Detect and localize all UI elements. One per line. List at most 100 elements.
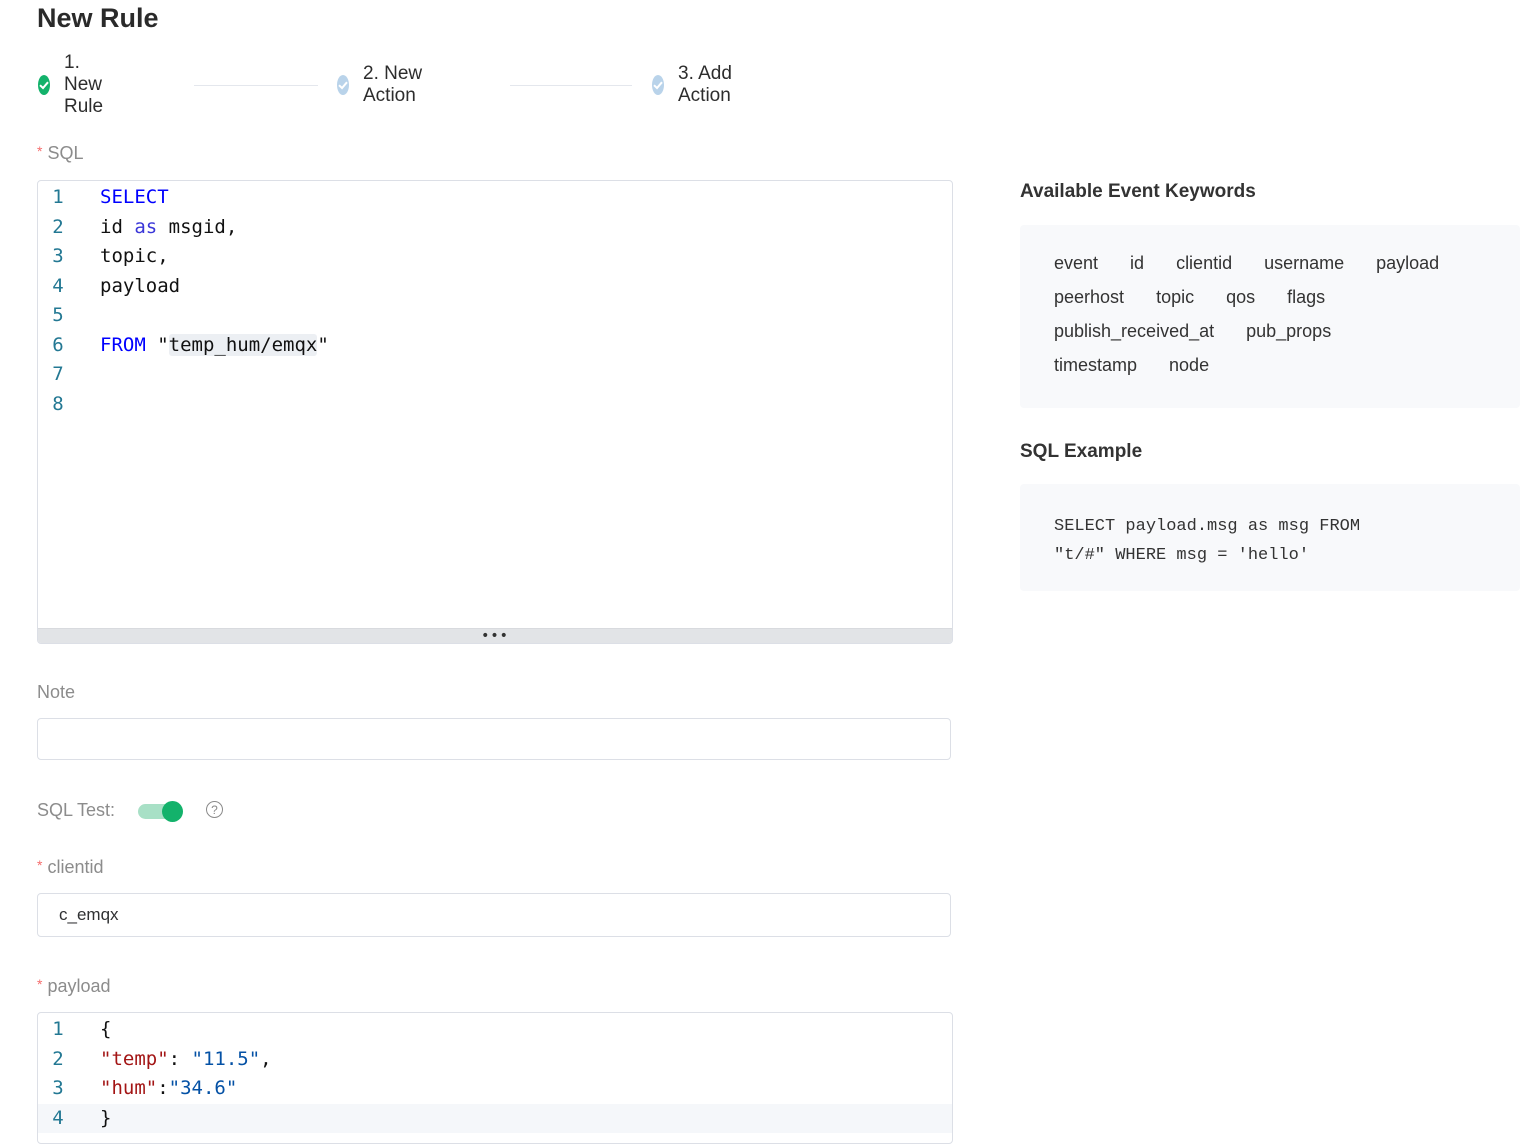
line-number: 2	[52, 1047, 64, 1070]
line-number: 1	[52, 186, 64, 208]
line-number: 4	[52, 1106, 64, 1129]
code-line: 5	[38, 301, 952, 331]
sql-example-panel: SELECT payload.msg as msg FROM "t/#" WHE…	[1020, 484, 1520, 591]
keyword-item: node	[1169, 355, 1210, 375]
note-input[interactable]	[37, 718, 951, 760]
keyword-item: qos	[1226, 287, 1256, 307]
code-line: 8	[38, 390, 952, 420]
code-text: payload	[78, 272, 180, 302]
clientid-input[interactable]: c_emqx	[37, 893, 951, 937]
line-number: 5	[52, 304, 64, 326]
keyword-row: timestamp node	[1054, 355, 1241, 376]
keyword-item: pub_props	[1246, 321, 1332, 341]
sql-test-label: SQL Test:	[37, 800, 116, 820]
sql-example-code: SELECT payload.msg as msg FROM "t/#" WHE…	[1054, 517, 1361, 565]
payload-code-lines: 1{2 "temp": "11.5", 3 "hum":"34.6" 4}	[38, 1013, 952, 1133]
step-label: 3. Add Action	[678, 63, 732, 106]
keywords-title: Available Event Keywords	[1020, 181, 1256, 202]
line-number: 4	[52, 274, 64, 297]
step-label: 1. New Rule	[64, 52, 104, 117]
keyword-row: event id clientid username payload	[1054, 253, 1471, 274]
code-text: "hum":"34.6"	[78, 1074, 237, 1104]
step-add-action: 3. Add Action	[652, 63, 739, 106]
code-line: 1 SELECT	[38, 183, 952, 213]
step-divider	[510, 85, 632, 86]
code-token: "11.5"	[191, 1047, 261, 1070]
keyword-item: id	[1130, 253, 1145, 273]
sql-label: * SQL	[37, 143, 84, 163]
code-token: }	[100, 1106, 112, 1129]
keyword-item: timestamp	[1054, 355, 1138, 375]
code-line: 2 "temp": "11.5",	[38, 1045, 952, 1075]
line-number: 2	[52, 215, 64, 238]
keyword-row: publish_received_at pub_props	[1054, 321, 1363, 342]
line-number: 7	[52, 363, 64, 385]
note-label: Note	[37, 682, 76, 702]
sql-test-toggle[interactable]	[138, 800, 184, 822]
sql-code-lines: 1 SELECT 2 id as msgid, 3 topic, 4 payload 5 6 FRO…	[38, 181, 952, 419]
payload-editor[interactable]: 1{2 "temp": "11.5", 3 "hum":"34.6" 4}	[37, 1012, 953, 1144]
code-text: FROM "temp_hum/emqx"	[78, 331, 329, 361]
line-number: 1	[52, 1018, 64, 1040]
code-token: FROM	[100, 333, 146, 356]
step-new-action: 2. New Action	[337, 63, 424, 106]
payload-label: * payload	[37, 976, 111, 996]
code-text: SELECT	[78, 183, 169, 213]
code-line: 2 id as msgid,	[38, 213, 952, 243]
step-new-rule: 1. New Rule	[38, 52, 111, 117]
check-circle-icon	[38, 75, 50, 95]
line-number: 6	[52, 333, 64, 356]
code-token: msgid,	[157, 215, 238, 238]
code-text: }	[78, 1104, 111, 1134]
code-token: id	[100, 215, 135, 238]
code-token: "34.6"	[168, 1077, 238, 1099]
keywords-panel: event id clientid username payload peerhost to…	[1020, 225, 1520, 408]
code-line: 1{	[38, 1015, 952, 1045]
check-circle-icon	[337, 75, 349, 95]
code-line: 6 FROM "temp_hum/emqx"	[38, 331, 952, 361]
code-token: payload	[100, 274, 181, 297]
editor-resize-handle[interactable]: •••	[38, 628, 952, 643]
toggle-knob	[162, 801, 183, 822]
keyword-row: peerhost topic qos flags	[1054, 287, 1357, 308]
code-text: id as msgid,	[78, 213, 237, 243]
code-token: SELECT	[100, 186, 169, 208]
line-number: 8	[52, 392, 64, 415]
help-icon[interactable]: ?	[206, 801, 223, 818]
code-line: 7	[38, 360, 952, 390]
code-token: :	[157, 1077, 169, 1099]
keyword-item: payload	[1376, 253, 1440, 273]
keyword-item: username	[1264, 253, 1345, 273]
keyword-item: flags	[1287, 287, 1326, 307]
code-text: {	[78, 1015, 111, 1045]
code-token: "	[145, 333, 169, 356]
keyword-item: topic	[1156, 287, 1195, 307]
more-dots-icon: •••	[481, 628, 509, 644]
code-token: as	[134, 215, 158, 238]
code-line: 3 topic,	[38, 242, 952, 272]
code-text: "temp": "11.5",	[78, 1045, 272, 1075]
line-number: 3	[52, 1077, 64, 1099]
code-token: {	[100, 1018, 112, 1040]
code-line: 3 "hum":"34.6"	[38, 1074, 952, 1104]
code-token: ,	[260, 1047, 272, 1070]
code-token: "	[317, 333, 329, 356]
check-circle-icon	[652, 75, 664, 95]
sql-editor[interactable]: 1 SELECT 2 id as msgid, 3 topic, 4 payload 5 6 FRO…	[37, 180, 953, 644]
step-label: 2. New Action	[363, 63, 423, 106]
step-divider	[194, 85, 318, 86]
code-token: :	[168, 1047, 192, 1070]
code-line: 4}	[38, 1103, 952, 1134]
code-token: temp_hum/emqx	[168, 333, 318, 356]
clientid-label: * clientid	[37, 857, 104, 877]
keyword-item: clientid	[1176, 253, 1233, 273]
code-text: topic,	[78, 242, 169, 272]
keyword-item: event	[1054, 253, 1099, 273]
keyword-item: peerhost	[1054, 287, 1125, 307]
keyword-item: publish_received_at	[1054, 321, 1215, 341]
code-token: "hum"	[100, 1077, 158, 1099]
page-title: New Rule	[37, 3, 159, 33]
